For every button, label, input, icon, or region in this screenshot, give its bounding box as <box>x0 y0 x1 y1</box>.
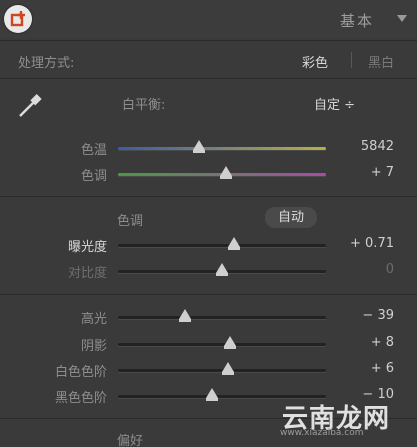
white-balance-select[interactable]: 自定 ÷ <box>314 94 355 113</box>
slider-track[interactable] <box>118 147 326 150</box>
auto-tone-button[interactable]: 自动 <box>265 207 317 228</box>
slider-track[interactable] <box>118 244 326 247</box>
slider-track[interactable] <box>118 316 326 319</box>
slider-thumb[interactable] <box>178 309 191 322</box>
divider <box>0 294 417 295</box>
slider-label: 白色色阶 <box>54 365 107 380</box>
treatment-separator <box>351 52 352 68</box>
preference-label: 偏好 <box>117 434 144 447</box>
slider-label: 曝光度 <box>67 240 107 255</box>
slider-thumb[interactable] <box>216 263 228 276</box>
slider-label: 色温 <box>80 143 107 158</box>
slider-track[interactable] <box>118 343 326 346</box>
slider-thumb[interactable] <box>205 388 218 401</box>
divider <box>0 196 417 197</box>
slider-label: 高光 <box>80 312 107 327</box>
slider-label: 黑色色阶 <box>54 391 107 406</box>
slider-value[interactable]: + 0.71 <box>334 236 394 251</box>
slider-thumb[interactable] <box>220 166 233 179</box>
treatment-bw-option[interactable]: 黑白 <box>368 52 394 71</box>
slider-value[interactable]: 0 <box>334 262 394 277</box>
slider-value[interactable]: + 6 <box>334 361 394 376</box>
eyedropper-icon[interactable] <box>14 92 46 120</box>
collapse-triangle-icon[interactable] <box>397 15 407 22</box>
slider-label: 阴影 <box>80 339 107 354</box>
slider-thumb[interactable] <box>222 362 235 375</box>
slider-value[interactable]: 5842 <box>334 139 394 154</box>
add-panel-icon[interactable] <box>4 5 32 33</box>
slider-value[interactable]: + 7 <box>334 165 394 180</box>
slider-label: 对比度 <box>67 266 107 281</box>
slider-thumb[interactable] <box>193 140 206 153</box>
watermark-url: www.xiazaiba.com <box>280 428 364 438</box>
panel-title: 基本 <box>340 12 375 30</box>
slider-thumb[interactable] <box>228 237 241 250</box>
slider-value[interactable]: − 39 <box>334 308 394 323</box>
divider <box>0 78 417 79</box>
treatment-color-option[interactable]: 彩色 <box>302 52 328 71</box>
white-balance-label: 白平衡: <box>122 98 166 113</box>
slider-label: 色调 <box>80 169 107 184</box>
slider-value[interactable]: + 8 <box>334 335 394 350</box>
tone-label: 色调 <box>117 214 144 229</box>
slider-thumb[interactable] <box>224 336 237 349</box>
panel-header: 基本 <box>0 0 417 38</box>
treatment-label: 处理方式: <box>18 56 75 71</box>
